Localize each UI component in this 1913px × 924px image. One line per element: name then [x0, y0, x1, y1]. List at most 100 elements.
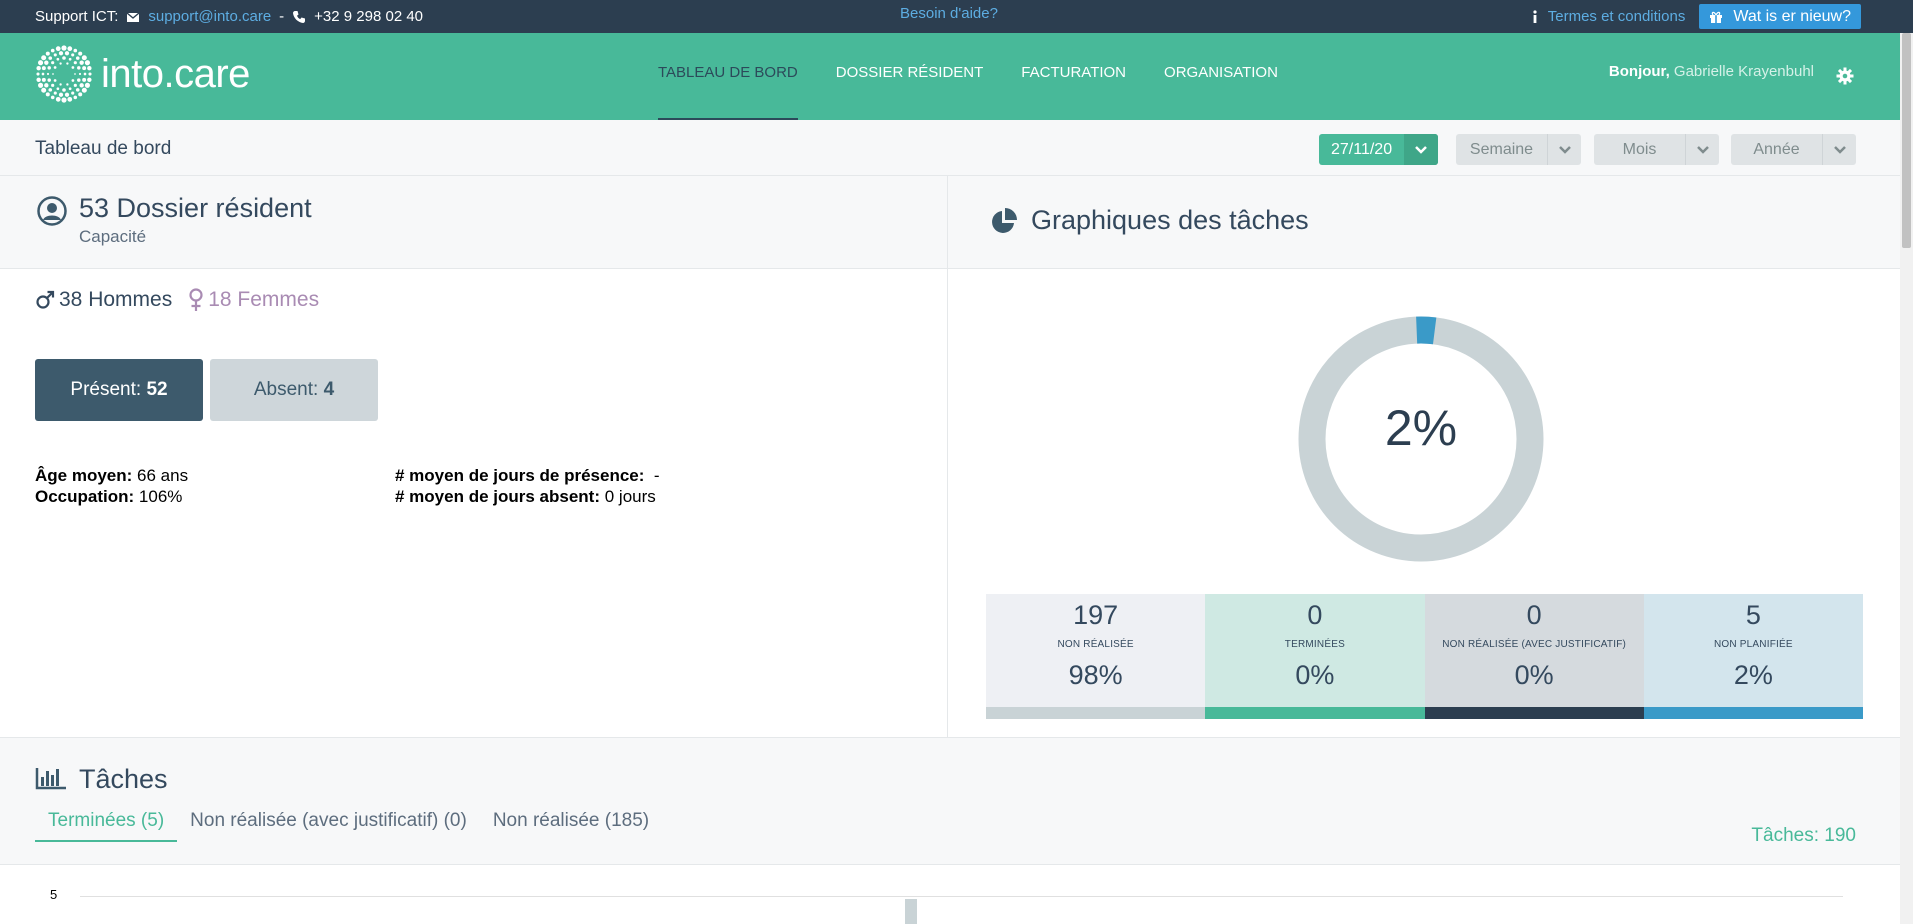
support-email-link[interactable]: support@into.care	[148, 8, 271, 25]
male-icon	[36, 290, 55, 309]
whats-new-button[interactable]: Wat is er nieuw?	[1699, 4, 1861, 29]
logo-dot	[55, 46, 61, 52]
residents-title: 53 Dossier résident	[79, 193, 312, 223]
month-select[interactable]: Mois	[1594, 134, 1719, 165]
week-select[interactable]: Semaine	[1456, 134, 1581, 165]
logo-dot	[78, 72, 82, 76]
bar-chart-icon	[35, 768, 66, 790]
logo-dot	[68, 57, 72, 61]
avg-presence-label: # moyen de jours de présence:	[395, 466, 645, 485]
into-care-logo-icon	[36, 45, 92, 103]
pie-chart-icon	[992, 208, 1017, 233]
logo-dot	[41, 55, 47, 61]
logo-dot	[77, 66, 81, 70]
logo-dot	[56, 87, 60, 91]
tile-not-done[interactable]: 197 NON RÉALISÉE 98%	[986, 594, 1206, 719]
gear-icon[interactable]	[1836, 67, 1854, 85]
logo-dot	[71, 66, 75, 69]
men-count: 38 Hommes	[35, 288, 172, 312]
tile-percent: 2%	[1733, 660, 1773, 690]
tile-value: 0	[1526, 600, 1542, 630]
logo-dot	[66, 83, 69, 86]
nav-item-resident-file[interactable]: DOSSIER RÉSIDENT	[836, 33, 984, 120]
avg-presence: # moyen de jours de présence: -	[395, 465, 660, 486]
chevron-down-icon	[1547, 134, 1581, 165]
tasks-title: Tâches	[79, 764, 168, 794]
logo-dot	[53, 79, 57, 82]
resident-stats-right: # moyen de jours de présence: - # moyen …	[395, 465, 660, 507]
chart-bar	[905, 899, 917, 924]
gender-breakdown: 38 Hommes 18 Femmes	[35, 288, 319, 312]
logo-dot	[71, 79, 75, 82]
tile-label: NON PLANIFIÉE	[1714, 639, 1793, 650]
logo-dot	[50, 48, 55, 53]
scrollbar-thumb[interactable]	[1902, 33, 1911, 248]
topbar-right: Termes et conditions Wat is er nieuw?	[1532, 0, 1861, 33]
nav-item-organisation[interactable]: ORGANISATION	[1164, 33, 1278, 120]
logo-dot	[84, 60, 90, 66]
logo-dot	[79, 60, 84, 65]
occupation-value: 106%	[138, 487, 183, 506]
logo[interactable]: into.care	[35, 45, 250, 103]
logo-text: into.care	[101, 51, 250, 96]
tasks-chart: 5	[0, 864, 1900, 924]
tile-completed[interactable]: 0 TERMINÉES 0%	[1205, 594, 1425, 719]
logo-dot	[74, 73, 76, 75]
nav-item-dashboard[interactable]: TABLEAU DE BORD	[658, 33, 798, 120]
info-icon	[1533, 9, 1537, 23]
logo-dot	[71, 91, 75, 95]
tile-value: 5	[1745, 600, 1761, 630]
logo-dot	[41, 66, 46, 71]
tab-not-done[interactable]: Non réalisée (185)	[480, 800, 662, 842]
tab-not-done-justified[interactable]: Non réalisée (avec justificatif) (0)	[177, 800, 480, 842]
envelope-icon	[126, 11, 140, 22]
logo-dot	[81, 55, 87, 61]
logo-dot	[59, 62, 62, 65]
date-select[interactable]: 27/11/20	[1319, 134, 1439, 165]
logo-dot	[64, 51, 70, 56]
task-chart-title: Graphiques des tâches	[1031, 205, 1309, 235]
gift-icon	[1710, 11, 1723, 23]
logo-dot	[47, 78, 51, 82]
logo-dot	[84, 82, 90, 88]
donut-segment-done	[1416, 316, 1437, 345]
terms-link[interactable]: Termes et conditions	[1532, 8, 1685, 25]
user-circle-icon	[37, 196, 67, 226]
main-nav: into.care TABLEAU DE BORD DOSSIER RÉSIDE…	[0, 33, 1900, 120]
tasks-section: Tâches Terminées (5) Non réalisée (avec …	[0, 737, 1900, 924]
help-link[interactable]: Besoin d'aide?	[900, 0, 998, 33]
present-button[interactable]: Présent: 52	[35, 359, 203, 421]
logo-dot	[75, 88, 80, 92]
tile-unplanned[interactable]: 5 NON PLANIFIÉE 2%	[1643, 594, 1863, 719]
logo-dot	[78, 51, 83, 56]
date-select-value: 27/11/20	[1331, 141, 1393, 158]
logo-dot	[58, 51, 64, 56]
logo-dot	[83, 72, 87, 76]
tasks-count: Tâches: 190	[1751, 825, 1856, 846]
user-greeting[interactable]: Bonjour, Gabrielle Krayenbuhl	[1609, 33, 1814, 120]
tile-percent: 0%	[1514, 660, 1554, 690]
logo-dot	[82, 77, 87, 82]
logo-dot	[77, 78, 81, 82]
logo-dot	[88, 72, 92, 76]
tab-completed[interactable]: Terminées (5)	[35, 800, 178, 842]
logo-dot	[71, 53, 75, 57]
nav-item-billing[interactable]: FACTURATION	[1021, 33, 1126, 120]
residents-panel: 53 Dossier résident Capacité 38 Hommes 1…	[0, 176, 948, 737]
absent-button[interactable]: Absent: 4	[210, 359, 378, 421]
resident-stats-left: Âge moyen: 66 ans Occupation: 106%	[35, 465, 188, 507]
logo-dot	[36, 77, 41, 82]
avg-absent: # moyen de jours absent: 0 jours	[395, 486, 660, 507]
year-select[interactable]: Année	[1731, 134, 1856, 165]
logo-dot	[59, 83, 62, 86]
tile-label: NON RÉALISÉE	[1057, 639, 1134, 650]
page-title: Tableau de bord	[35, 138, 172, 159]
logo-dot	[41, 87, 47, 93]
tile-not-done-justified[interactable]: 0 NON RÉALISÉE (AVEC JUSTIFICATIF) 0%	[1424, 594, 1644, 719]
present-value: 52	[146, 379, 168, 400]
logo-dot	[61, 45, 67, 51]
logo-dot	[41, 72, 45, 76]
occupation: Occupation: 106%	[35, 486, 188, 507]
page-scrollbar[interactable]	[1900, 33, 1913, 924]
logo-dot	[87, 77, 92, 82]
